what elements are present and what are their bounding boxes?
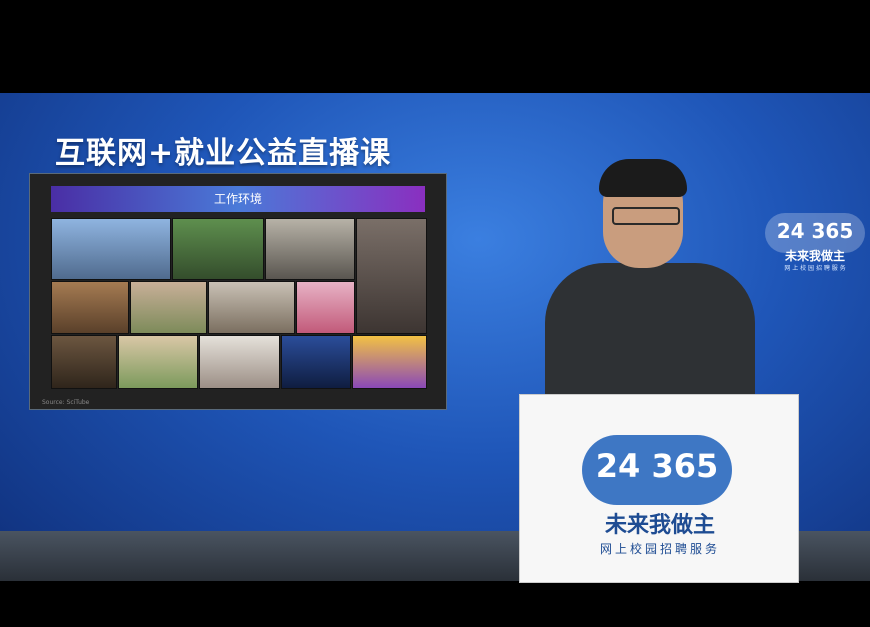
broadcast-title: 互联网+就业公益直播课 xyxy=(55,136,392,171)
logo-main-text: 未来我做主 xyxy=(784,249,845,263)
photo-reading-room xyxy=(51,281,129,334)
photo-plants xyxy=(130,281,207,334)
photo-cake xyxy=(118,335,198,389)
photo-game-room xyxy=(296,281,355,334)
sign-main-text: 未来我做主 xyxy=(604,513,715,538)
podium-sign: 24 365 未来我做主 网上校园招聘服务 xyxy=(519,394,799,583)
presentation-slide: 工作环境 Source: SciTube xyxy=(29,173,447,410)
photo-office-building xyxy=(51,218,171,280)
photo-green-roof xyxy=(172,218,264,280)
glasses-icon xyxy=(612,207,680,225)
photo-kids-room xyxy=(352,335,427,389)
slide-heading: 工作环境 xyxy=(51,186,425,212)
broadcast-logo: 24 365 未来我做主 网 上 校 园 招 聘 服 务 xyxy=(765,213,865,273)
slide-caption: Source: SciTube xyxy=(42,399,90,406)
sign-sub-text: 网上校园招聘服务 xyxy=(599,542,720,556)
photo-library xyxy=(51,335,117,389)
photo-canteen xyxy=(265,218,355,280)
photo-night-building xyxy=(281,335,351,389)
photo-gym xyxy=(356,218,427,334)
logo-sub-text: 网 上 校 园 招 聘 服 务 xyxy=(784,265,846,272)
sign-number: 24 365 xyxy=(595,447,719,485)
presenter-hair xyxy=(599,159,687,197)
photo-lounge xyxy=(208,281,295,334)
photo-team-gathering xyxy=(199,335,280,389)
logo-number: 24 365 xyxy=(776,219,854,243)
